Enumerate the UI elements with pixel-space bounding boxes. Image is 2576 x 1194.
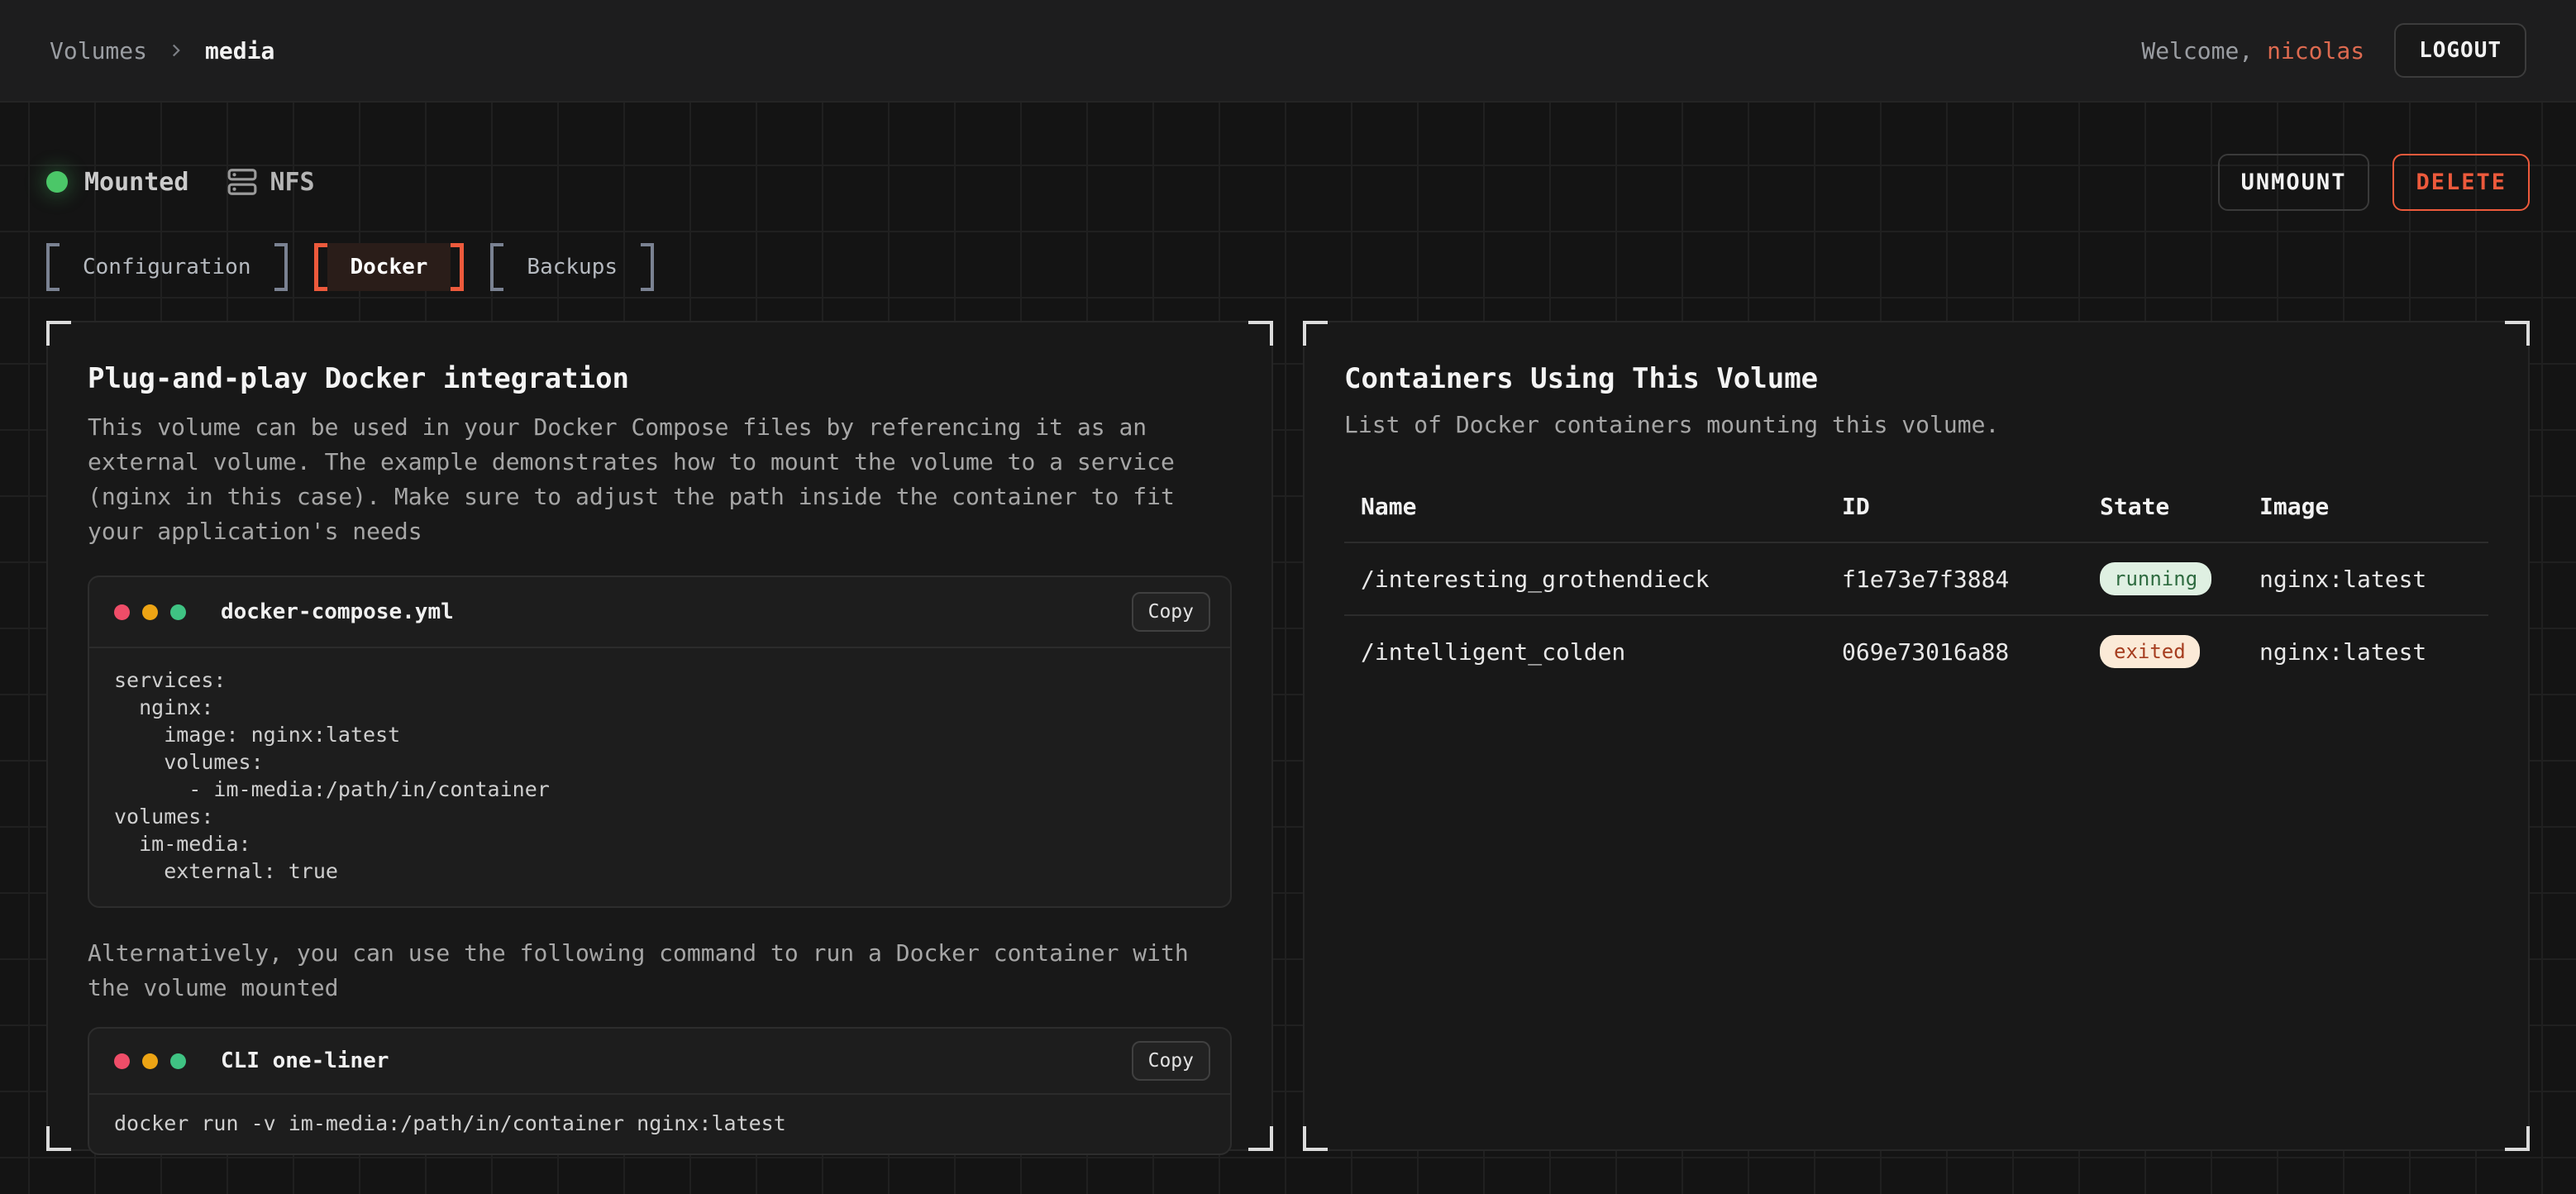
compose-filename: docker-compose.yml <box>221 599 454 624</box>
welcome-prefix: Welcome, <box>2141 37 2253 64</box>
column-header-image: Image <box>2259 478 2488 542</box>
volume-toolbar: Mounted NFS UNMOUNT DELETE <box>46 154 2530 210</box>
panel-corner <box>46 1126 71 1151</box>
header-right: Welcome, nicolas LOGOUT <box>2141 23 2526 78</box>
containers-panel-title: Containers Using This Volume <box>1344 361 2488 397</box>
container-id: 069e73016a88 <box>1842 615 2100 687</box>
container-state-cell: exited <box>2100 615 2259 687</box>
tab-bracket-right <box>451 243 464 291</box>
tab-configuration-label: Configuration <box>60 243 274 291</box>
containers-table-header-row: Name ID State Image <box>1344 478 2488 542</box>
breadcrumb-current: media <box>205 37 274 64</box>
copy-cli-button[interactable]: Copy <box>1132 1041 1210 1081</box>
panel-corner <box>46 321 71 346</box>
containers-table: Name ID State Image /interesting_grothen… <box>1344 478 2488 687</box>
cli-intro-text: Alternatively, you can use the following… <box>88 936 1232 1005</box>
mounted-status-dot <box>46 171 68 193</box>
traffic-dot-green-icon <box>170 604 186 620</box>
status-badge: running <box>2100 562 2211 595</box>
volume-status-group: Mounted NFS <box>46 166 315 198</box>
panel-corner <box>1303 321 1328 346</box>
tab-bracket-left <box>46 243 60 291</box>
delete-button[interactable]: DELETE <box>2392 154 2530 211</box>
volume-actions: UNMOUNT DELETE <box>2218 154 2530 211</box>
tab-docker-label: Docker <box>327 243 451 291</box>
panel-corner <box>2505 1126 2530 1151</box>
traffic-dot-amber-icon <box>142 1053 158 1069</box>
cli-code: docker run -v im-media:/path/in/containe… <box>89 1095 1230 1153</box>
traffic-dot-green-icon <box>170 1053 186 1069</box>
column-header-name: Name <box>1344 478 1842 542</box>
container-state-cell: running <box>2100 542 2259 615</box>
status-badge: exited <box>2100 635 2200 668</box>
tab-bracket-right <box>274 243 288 291</box>
breadcrumb: Volumes media <box>50 37 274 64</box>
panel-corner <box>1248 321 1273 346</box>
tab-bracket-right <box>641 243 654 291</box>
column-header-state: State <box>2100 478 2259 542</box>
compose-code-header: docker-compose.yml Copy <box>89 577 1230 648</box>
welcome-text: Welcome, nicolas <box>2141 37 2364 64</box>
window-dots <box>114 1053 186 1069</box>
panel-corner <box>1248 1126 1273 1151</box>
chevron-right-icon <box>165 40 187 61</box>
cli-filename: CLI one-liner <box>221 1048 389 1073</box>
containers-panel-subtitle: List of Docker containers mounting this … <box>1344 408 2488 442</box>
panels-row: Plug-and-play Docker integration This vo… <box>46 321 2530 1151</box>
docker-integration-panel: Plug-and-play Docker integration This vo… <box>46 321 1273 1151</box>
tab-bracket-left <box>490 243 503 291</box>
tab-backups-label: Backups <box>503 243 641 291</box>
main-content: Mounted NFS UNMOUNT DELETE Configuration <box>0 103 2576 1194</box>
panel-corner <box>1303 1126 1328 1151</box>
container-image: nginx:latest <box>2259 615 2488 687</box>
tab-backups[interactable]: Backups <box>490 243 654 291</box>
tab-configuration[interactable]: Configuration <box>46 243 288 291</box>
container-image: nginx:latest <box>2259 542 2488 615</box>
docker-panel-description: This volume can be used in your Docker C… <box>88 410 1232 549</box>
container-row: /intelligent_colden 069e73016a88 exited … <box>1344 615 2488 687</box>
cli-code-header: CLI one-liner Copy <box>89 1029 1230 1095</box>
breadcrumb-volumes-link[interactable]: Volumes <box>50 37 147 64</box>
copy-compose-button[interactable]: Copy <box>1132 592 1210 632</box>
column-header-id: ID <box>1842 478 2100 542</box>
traffic-dot-red-icon <box>114 1053 130 1069</box>
docker-panel-title: Plug-and-play Docker integration <box>88 361 1232 397</box>
username: nicolas <box>2267 37 2364 64</box>
traffic-dot-amber-icon <box>142 604 158 620</box>
panel-corner <box>2505 321 2530 346</box>
cli-code-block: CLI one-liner Copy docker run -v im-medi… <box>88 1027 1232 1155</box>
logout-button[interactable]: LOGOUT <box>2394 23 2526 78</box>
server-icon <box>227 166 258 198</box>
container-row: /interesting_grothendieck f1e73e7f3884 r… <box>1344 542 2488 615</box>
container-name: /intelligent_colden <box>1344 615 1842 687</box>
mounted-status-label: Mounted <box>84 168 188 197</box>
containers-panel: Containers Using This Volume List of Doc… <box>1303 321 2530 1151</box>
filesystem-label: NFS <box>270 168 314 197</box>
container-id: f1e73e7f3884 <box>1842 542 2100 615</box>
traffic-dot-red-icon <box>114 604 130 620</box>
window-dots <box>114 604 186 620</box>
tab-bracket-left <box>314 243 327 291</box>
top-bar: Volumes media Welcome, nicolas LOGOUT <box>0 0 2576 103</box>
compose-code: services: nginx: image: nginx:latest vol… <box>89 648 1230 906</box>
filesystem-type: NFS <box>227 166 314 198</box>
unmount-button[interactable]: UNMOUNT <box>2218 154 2370 211</box>
container-name: /interesting_grothendieck <box>1344 542 1842 615</box>
tab-bar: Configuration Docker Backups <box>46 243 2530 291</box>
compose-code-block: docker-compose.yml Copy services: nginx:… <box>88 576 1232 908</box>
tab-docker[interactable]: Docker <box>314 243 465 291</box>
